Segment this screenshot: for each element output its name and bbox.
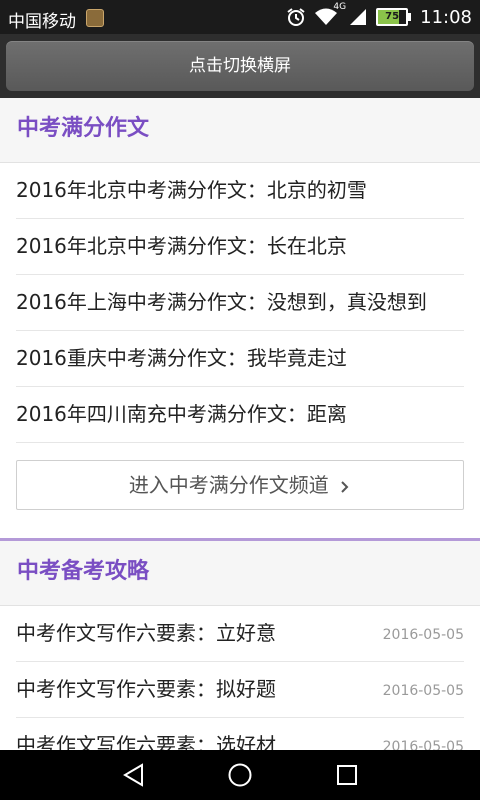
home-icon[interactable]: [227, 762, 253, 788]
recent-apps-icon[interactable]: [335, 762, 359, 788]
list-item-title: 中考作文写作六要素：拟好题: [16, 677, 276, 701]
list-item[interactable]: 2016年上海中考满分作文：没想到，真没想到: [16, 275, 464, 331]
navigation-bar: [0, 750, 480, 800]
list-item[interactable]: 2016年四川南充中考满分作文：距离: [16, 387, 464, 443]
rotate-landscape-button[interactable]: 点击切换横屏: [6, 41, 474, 91]
list-item[interactable]: 2016年北京中考满分作文：北京的初雪: [16, 163, 464, 219]
list-item-date: 2016-05-05: [382, 627, 464, 643]
alarm-icon: [287, 8, 305, 26]
list-item[interactable]: 中考作文写作六要素：选好材 2016-05-05: [16, 718, 464, 750]
main-content: 中考满分作文 2016年北京中考满分作文：北京的初雪 2016年北京中考满分作文…: [0, 98, 480, 750]
top-toolbar: 点击切换横屏: [0, 34, 480, 98]
network-type: 4G: [333, 2, 347, 12]
enter-channel-label: 进入中考满分作文频道: [128, 473, 329, 497]
list-item[interactable]: 中考作文写作六要素：立好意 2016-05-05: [16, 606, 464, 662]
essay-list: 2016年北京中考满分作文：北京的初雪 2016年北京中考满分作文：长在北京 2…: [0, 163, 480, 443]
list-item-date: 2016-05-05: [382, 739, 464, 750]
status-bar: 中国移动 4G 75 11:08: [0, 0, 480, 34]
app-notification-icon: [86, 9, 104, 27]
list-item[interactable]: 中考作文写作六要素：拟好题 2016-05-05: [16, 662, 464, 718]
battery-level: 75: [385, 11, 400, 22]
list-item-title: 中考作文写作六要素：选好材: [16, 733, 276, 750]
prep-list: 中考作文写作六要素：立好意 2016-05-05 中考作文写作六要素：拟好题 2…: [0, 606, 480, 750]
list-item-date: 2016-05-05: [382, 683, 464, 699]
section-title-exam-prep: 中考备考攻略: [0, 538, 480, 606]
carrier-name: 中国移动: [8, 12, 76, 32]
signal-icon: [350, 9, 367, 25]
section-title-full-score-essays: 中考满分作文: [0, 98, 480, 163]
list-item[interactable]: 2016年北京中考满分作文：长在北京: [16, 219, 464, 275]
chevron-right-icon: [341, 480, 349, 493]
status-icons: 4G 75 11:08: [286, 2, 472, 28]
wifi-icon: 4G: [314, 2, 346, 27]
list-item[interactable]: 2016重庆中考满分作文：我毕竟走过: [16, 331, 464, 387]
list-item-title: 中考作文写作六要素：立好意: [16, 621, 276, 645]
list-item-title: 2016年上海中考满分作文：没想到，真没想到: [16, 290, 427, 313]
enter-channel-button[interactable]: 进入中考满分作文频道: [16, 460, 464, 510]
back-icon[interactable]: [120, 762, 148, 788]
clock: 11:08: [420, 6, 472, 28]
battery-icon: 75: [376, 8, 412, 26]
